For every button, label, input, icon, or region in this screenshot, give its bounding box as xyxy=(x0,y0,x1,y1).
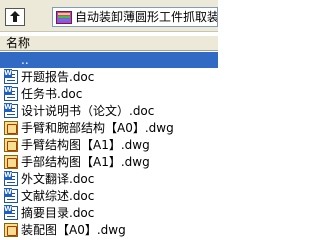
word-document-icon xyxy=(4,69,18,84)
word-document-icon xyxy=(4,171,18,186)
file-name: 手臂结构图【A1】.dwg xyxy=(21,138,150,152)
file-name: 装配图【A0】.dwg xyxy=(21,223,126,237)
up-arrow-icon xyxy=(10,11,20,22)
dwg-drawing-icon xyxy=(4,121,18,135)
path-text: 自动装卸薄圆形工件抓取装 xyxy=(75,10,218,24)
word-document-icon xyxy=(4,103,18,118)
file-row[interactable]: .. xyxy=(0,52,218,68)
parent-folder-icon xyxy=(4,53,18,67)
dwg-drawing-icon xyxy=(4,138,18,152)
file-row[interactable]: 文献综述.doc xyxy=(0,188,218,204)
file-row[interactable]: 装配图【A0】.dwg xyxy=(0,222,218,238)
file-name: 设计说明书（论文）.doc xyxy=(21,104,155,118)
file-name: 手臂和腕部结构【A0】.dwg xyxy=(21,121,174,135)
file-list[interactable]: .. 开题报告.doc 任务书.doc 设计说明书（论文）.doc 手臂和腕部结构【A0… xyxy=(0,52,218,240)
file-row[interactable]: 任务书.doc xyxy=(0,86,218,102)
file-name: 文献综述.doc xyxy=(21,189,95,203)
file-row[interactable]: 摘要目录.doc xyxy=(0,205,218,221)
file-row[interactable]: 开题报告.doc xyxy=(0,69,218,85)
word-document-icon xyxy=(4,86,18,101)
word-document-icon xyxy=(4,188,18,203)
file-row[interactable]: 手臂结构图【A1】.dwg xyxy=(0,137,218,153)
word-document-icon xyxy=(4,205,18,220)
file-row[interactable]: 手臂和腕部结构【A0】.dwg xyxy=(0,120,218,136)
column-header-name[interactable]: 名称 xyxy=(6,36,30,51)
file-name: 摘要目录.doc xyxy=(21,206,95,220)
dwg-drawing-icon xyxy=(4,223,18,237)
toolbar: 自动装卸薄圆形工件抓取装 xyxy=(0,0,218,32)
archive-folder-icon xyxy=(56,11,72,24)
up-folder-button[interactable] xyxy=(5,8,25,26)
column-header-bar: 名称 xyxy=(0,35,218,51)
file-row[interactable]: 外文翻译.doc xyxy=(0,171,218,187)
file-name: 手部结构图【A1】.dwg xyxy=(21,155,150,169)
file-name: 开题报告.doc xyxy=(21,70,95,84)
path-combobox[interactable]: 自动装卸薄圆形工件抓取装 xyxy=(52,7,218,27)
file-name: 任务书.doc xyxy=(21,87,83,101)
file-row[interactable]: 设计说明书（论文）.doc xyxy=(0,103,218,119)
file-row[interactable]: 手部结构图【A1】.dwg xyxy=(0,154,218,170)
file-name: 外文翻译.doc xyxy=(21,172,95,186)
dwg-drawing-icon xyxy=(4,155,18,169)
file-name: .. xyxy=(21,53,29,67)
